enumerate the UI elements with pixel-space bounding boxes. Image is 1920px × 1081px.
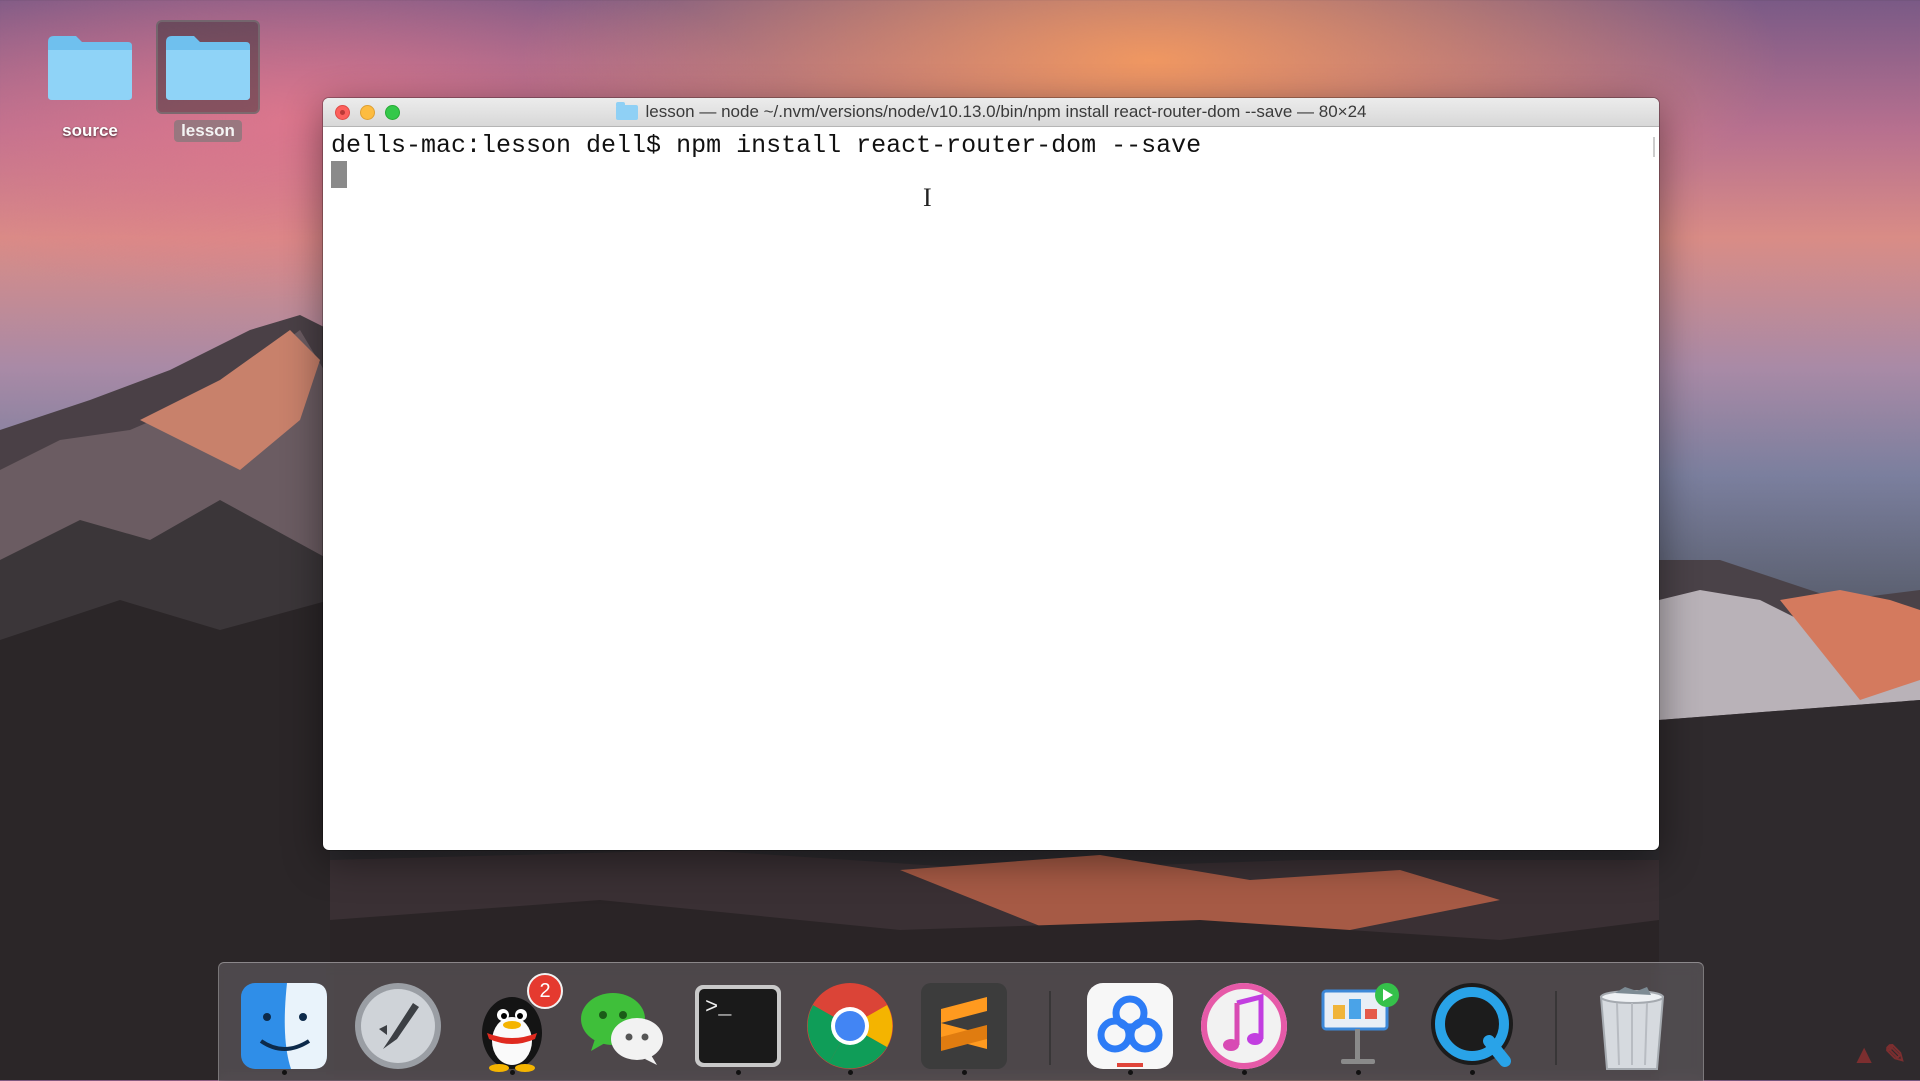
baidu-netdisk-icon <box>1087 983 1173 1069</box>
chrome-icon <box>807 983 893 1069</box>
dock-separator <box>1555 991 1557 1065</box>
notification-badge: 2 <box>527 973 563 1009</box>
sublime-text-icon <box>921 983 1007 1069</box>
itunes-icon <box>1201 983 1287 1069</box>
shell-prompt: dells-mac:lesson dell$ <box>331 131 662 160</box>
dock-app-wechat[interactable] <box>575 979 669 1073</box>
dock-app-itunes[interactable] <box>1197 979 1291 1075</box>
minimize-button[interactable] <box>360 105 375 120</box>
dock-app-keynote[interactable] <box>1311 979 1405 1075</box>
quicktime-icon <box>1431 983 1513 1067</box>
close-button[interactable] <box>335 105 350 120</box>
dock-app-baidu-netdisk[interactable] <box>1083 979 1177 1075</box>
dock-app-sublime-text[interactable] <box>917 979 1011 1075</box>
terminal-content[interactable]: dells-mac:lesson dell$ npm install react… <box>323 127 1659 845</box>
window-titlebar[interactable]: lesson — node ~/.nvm/versions/node/v10.1… <box>323 98 1659 127</box>
maximize-button[interactable] <box>385 105 400 120</box>
desktop-folder-label: lesson <box>174 120 242 142</box>
dock-app-quicktime[interactable] <box>1425 979 1519 1075</box>
terminal-window[interactable]: lesson — node ~/.nvm/versions/node/v10.1… <box>323 98 1659 850</box>
window-controls <box>335 105 400 120</box>
folder-icon <box>615 101 638 120</box>
dock-app-trash[interactable] <box>1585 979 1679 1073</box>
terminal-icon <box>695 985 781 1067</box>
terminal-line: dells-mac:lesson dell$ npm install react… <box>331 131 1651 160</box>
shell-command: npm install react-router-dom --save <box>676 131 1202 160</box>
desktop-folder-label: source <box>62 121 118 140</box>
dock-separator <box>1049 991 1051 1065</box>
dock-app-launchpad[interactable] <box>351 979 445 1073</box>
terminal-line <box>331 160 1651 189</box>
window-title: lesson — node ~/.nvm/versions/node/v10.1… <box>615 101 1367 122</box>
wechat-icon <box>581 993 663 1065</box>
dock-app-terminal[interactable]: >_ <box>691 979 785 1075</box>
finder-icon <box>241 983 327 1069</box>
watermark-logo: ▲ ✎ <box>1851 1039 1906 1069</box>
keynote-icon <box>1321 983 1399 1064</box>
folder-icon <box>48 36 132 100</box>
terminal-icon-glyph: >_ <box>705 995 732 1020</box>
terminal-cursor <box>331 160 347 188</box>
trash-icon <box>1599 987 1665 1070</box>
desktop-folder-source[interactable]: source <box>38 20 142 142</box>
window-title-text: lesson — node ~/.nvm/versions/node/v10.1… <box>645 102 1367 121</box>
dock: 2 >_ <box>218 962 1704 1081</box>
dock-app-finder[interactable] <box>237 979 331 1075</box>
scrollbar[interactable] <box>1653 137 1655 157</box>
dock-app-qq[interactable]: 2 <box>465 973 563 1075</box>
launchpad-icon <box>355 983 441 1069</box>
dock-app-chrome[interactable] <box>803 979 897 1075</box>
desktop-folder-lesson[interactable]: lesson <box>156 20 260 142</box>
folder-icon <box>166 36 250 100</box>
text-cursor-icon: I <box>923 183 932 212</box>
